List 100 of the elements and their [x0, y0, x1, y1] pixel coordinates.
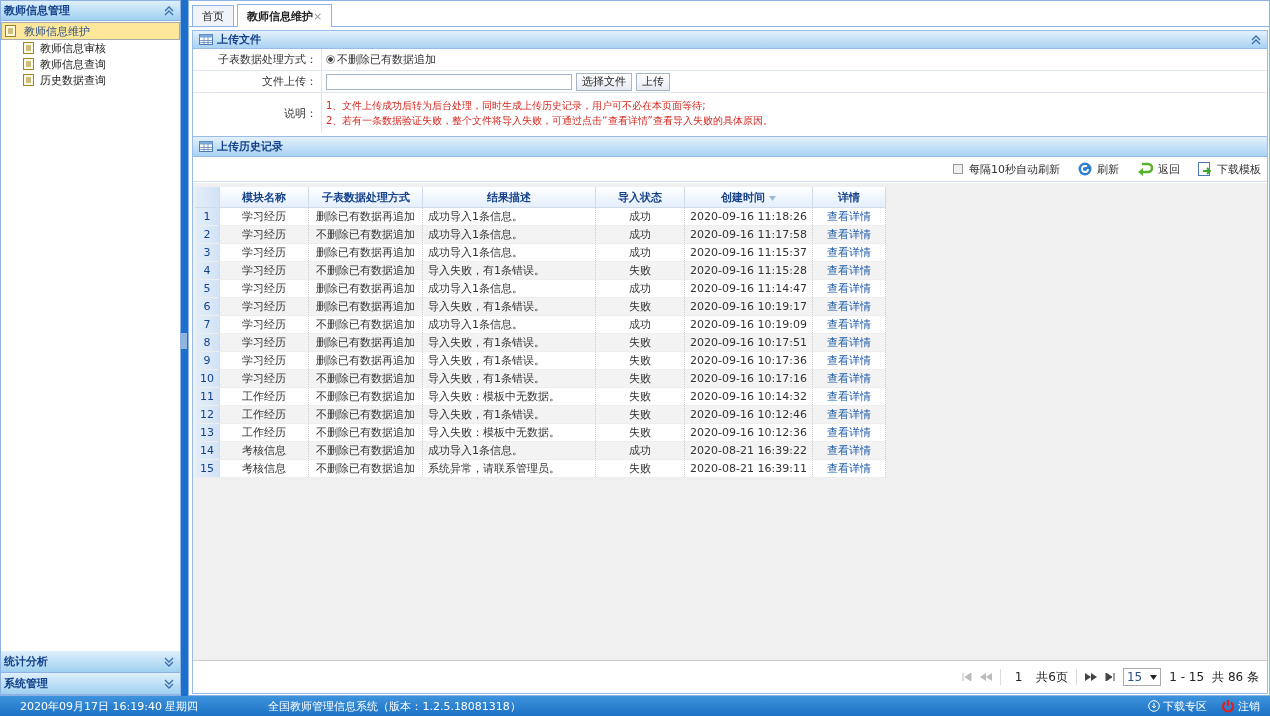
- view-details-link[interactable]: 查看详情: [827, 390, 871, 403]
- note-text: 1、文件上传成功后转为后台处理，同时生成上传历史记录，用户可不必在本页面等待;: [326, 98, 706, 113]
- table-cell: 导入失败：模板中无数据。: [422, 423, 596, 442]
- table-cell: 工作经历: [219, 387, 309, 406]
- dropdown-icon: [1150, 674, 1158, 680]
- collapse-handle[interactable]: [181, 333, 187, 349]
- view-details-link[interactable]: 查看详情: [827, 282, 871, 295]
- download-button[interactable]: 下载模板: [1198, 161, 1261, 177]
- panel-title: 上传文件: [217, 32, 261, 47]
- sidebar-item[interactable]: 教师信息维护: [1, 22, 180, 40]
- table-cell: 工作经历: [219, 423, 309, 442]
- table-cell: 失败: [595, 387, 685, 406]
- sidebar-item[interactable]: 教师信息审核: [1, 40, 180, 56]
- sidebar-section-header[interactable]: 统计分析: [1, 651, 180, 673]
- table-cell: 不删除已有数据追加: [308, 315, 423, 334]
- sidebar-section-header[interactable]: 系统管理: [1, 673, 180, 695]
- panel-title: 上传历史记录: [217, 139, 283, 154]
- back-button[interactable]: 返回: [1137, 161, 1180, 177]
- note-text: 2、若有一条数据验证失败，整个文件将导入失败，可通过点击“查看详情”查看导入失败的具体原因。: [326, 113, 773, 128]
- table-cell: 成功: [595, 279, 685, 298]
- table-cell: 导入失败，有1条错误。: [422, 351, 596, 370]
- column-header[interactable]: 模块名称: [219, 187, 309, 208]
- table-cell: 2020-09-16 10:19:09: [684, 315, 813, 334]
- table-cell: 不删除已有数据追加: [308, 423, 423, 442]
- view-details-link[interactable]: 查看详情: [827, 210, 871, 223]
- document-icon: [23, 58, 34, 70]
- table-icon: [199, 34, 213, 45]
- table-cell: 学习经历: [219, 279, 309, 298]
- table-cell: 2020-09-16 10:17:36: [684, 351, 813, 370]
- view-details-link[interactable]: 查看详情: [827, 354, 871, 367]
- table-cell: 2020-09-16 11:18:26: [684, 207, 813, 226]
- sidebar-header[interactable]: 教师信息管理: [1, 1, 180, 21]
- upload-button[interactable]: 上传: [636, 72, 670, 91]
- document-icon: [23, 74, 34, 86]
- table-cell: 删除已有数据再追加: [308, 351, 423, 370]
- refresh-icon: [1078, 162, 1092, 176]
- table-icon: [199, 141, 213, 152]
- field-label: 说明：: [193, 93, 322, 133]
- view-details-link[interactable]: 查看详情: [827, 246, 871, 259]
- table-cell: 成功导入1条信息。: [422, 279, 596, 298]
- table-cell: 成功导入1条信息。: [422, 243, 596, 262]
- view-details-link[interactable]: 查看详情: [827, 426, 871, 439]
- table-cell: 2020-09-16 11:14:47: [684, 279, 813, 298]
- next-page-icon[interactable]: [1084, 673, 1097, 681]
- table-cell: 学习经历: [219, 243, 309, 262]
- document-icon: [23, 42, 34, 54]
- sidebar-item[interactable]: 历史数据查询: [1, 72, 180, 88]
- page-size-select[interactable]: 15: [1122, 668, 1162, 686]
- document-icon: [5, 25, 16, 37]
- tab[interactable]: 教师信息维护×: [237, 4, 333, 27]
- column-header[interactable]: 子表数据处理方式: [308, 187, 423, 208]
- table-cell: 2020-09-16 11:15:37: [684, 243, 813, 262]
- column-header[interactable]: 详情: [812, 187, 886, 208]
- table-cell: 导入失败：模板中无数据。: [422, 387, 596, 406]
- record-range: 1 - 15: [1169, 670, 1205, 684]
- refresh-button[interactable]: 刷新: [1078, 161, 1119, 177]
- table-cell: 失败: [595, 423, 685, 442]
- page-number-field[interactable]: 1: [1008, 670, 1029, 684]
- table-cell: 学习经历: [219, 207, 309, 226]
- tab[interactable]: 首页: [192, 5, 234, 26]
- power-icon: [1221, 699, 1235, 713]
- return-arrow-icon: [1137, 162, 1153, 176]
- sidebar-item[interactable]: 教师信息查询: [1, 56, 180, 72]
- radio-option[interactable]: 不删除已有数据追加: [326, 52, 436, 67]
- table-cell: 2020-09-16 10:14:32: [684, 387, 813, 406]
- table-cell: 成功: [595, 243, 685, 262]
- table-cell: 系统异常，请联系管理员。: [422, 459, 596, 478]
- table-cell: 删除已有数据再追加: [308, 207, 423, 226]
- table-cell: 删除已有数据再追加: [308, 279, 423, 298]
- view-details-link[interactable]: 查看详情: [827, 462, 871, 475]
- logout-link[interactable]: 注销: [1221, 698, 1260, 714]
- table-cell: 成功: [595, 207, 685, 226]
- file-path-field[interactable]: [326, 73, 572, 90]
- field-label: 文件上传：: [193, 71, 322, 92]
- auto-refresh-checkbox[interactable]: 每隔10秒自动刷新: [953, 161, 1060, 177]
- table-cell: 成功导入1条信息。: [422, 315, 596, 334]
- system-version: 全国教师管理信息系统（版本：1.2.5.18081318）: [268, 698, 521, 714]
- last-page-icon[interactable]: [1104, 673, 1115, 681]
- table-cell: 失败: [595, 351, 685, 370]
- table-cell: 学习经历: [219, 351, 309, 370]
- previous-page-icon[interactable]: [979, 673, 992, 681]
- table-cell: 2020-08-21 16:39:11: [684, 459, 813, 478]
- column-header[interactable]: 导入状态: [595, 187, 685, 208]
- column-header[interactable]: 结果描述: [422, 187, 596, 208]
- table-cell: 成功: [595, 315, 685, 334]
- download-icon: [1148, 700, 1160, 712]
- status-datetime: 2020年09月17日 16:19:40 星期四: [20, 698, 199, 714]
- table-cell: 考核信息: [219, 459, 309, 478]
- view-details-link[interactable]: 查看详情: [827, 318, 871, 331]
- column-header[interactable]: 创建时间: [684, 187, 813, 208]
- download-area-link[interactable]: 下载专区: [1148, 698, 1207, 714]
- choose-file-button[interactable]: 选择文件: [576, 72, 632, 91]
- page-count: 共6页: [1036, 668, 1068, 686]
- table-cell: 失败: [595, 459, 685, 478]
- table-cell: 2020-09-16 10:12:36: [684, 423, 813, 442]
- record-total: 共 86 条: [1212, 668, 1259, 686]
- table-cell: 不删除已有数据追加: [308, 387, 423, 406]
- field-label: 子表数据处理方式：: [193, 49, 322, 70]
- collapse-icon[interactable]: [1251, 34, 1261, 45]
- table-cell: 学习经历: [219, 315, 309, 334]
